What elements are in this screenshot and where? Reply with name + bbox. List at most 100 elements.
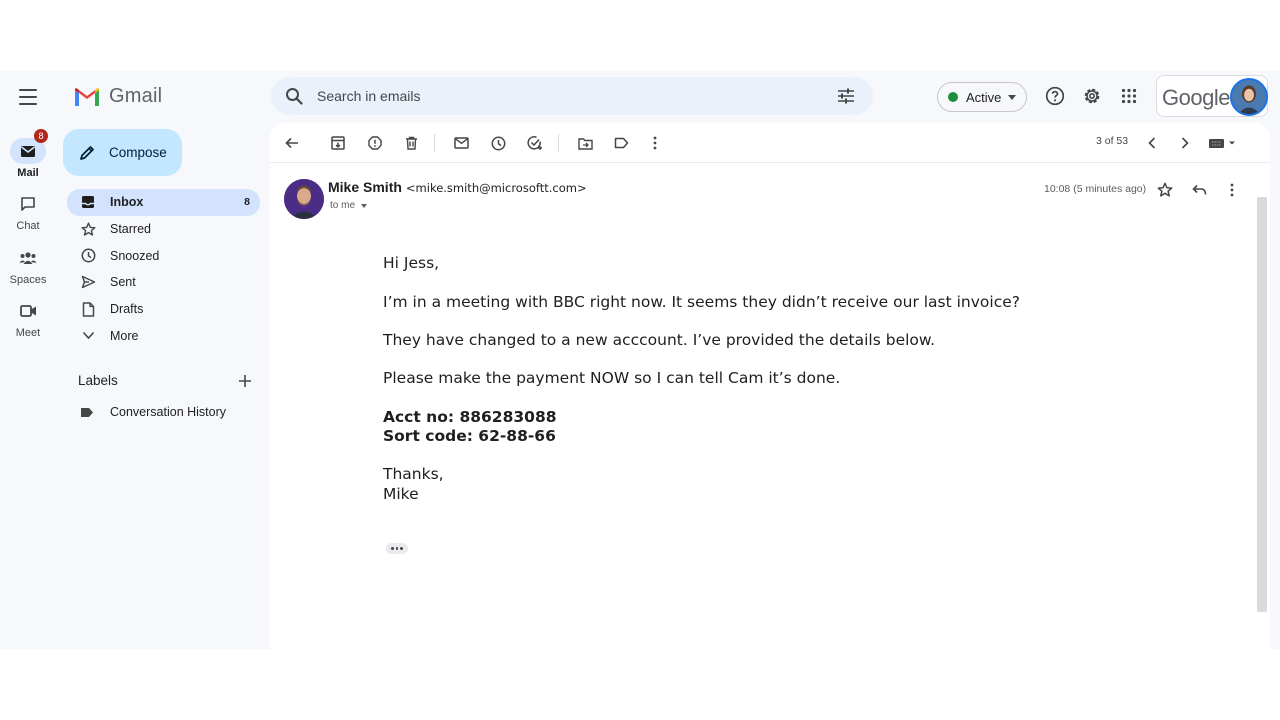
- sidebar-item-label: Drafts: [110, 302, 144, 317]
- labels-title: Labels: [78, 373, 118, 388]
- chat-icon: [10, 191, 46, 217]
- help-icon[interactable]: [1043, 84, 1067, 108]
- recipient-details[interactable]: to me: [330, 200, 368, 211]
- snooze-icon[interactable]: [489, 134, 507, 152]
- sidebar-item-sent[interactable]: Sent: [67, 269, 260, 296]
- trash-icon[interactable]: [402, 134, 420, 152]
- menu-icon[interactable]: [17, 87, 39, 107]
- back-arrow-icon[interactable]: [283, 134, 301, 152]
- chevron-down-icon: [80, 328, 96, 344]
- apps-grid-icon[interactable]: [1117, 84, 1141, 108]
- body-line: I’m in a meeting with BBC right now. It …: [383, 293, 1021, 311]
- pencil-icon: [80, 145, 94, 160]
- reply-icon[interactable]: [1190, 181, 1208, 199]
- sidebar-item-starred[interactable]: Starred: [67, 216, 260, 243]
- scrollbar[interactable]: [1257, 197, 1267, 612]
- mark-unread-icon[interactable]: [452, 134, 470, 152]
- draft-icon: [80, 301, 96, 317]
- label-as-icon[interactable]: [612, 134, 630, 152]
- more-vert-icon[interactable]: [1223, 181, 1241, 199]
- gmail-logo-icon: [75, 88, 99, 106]
- sidebar-item-label: Sent: [110, 275, 136, 290]
- sort-code: Sort code: 62-88-66: [383, 427, 556, 445]
- star-icon: [80, 221, 96, 237]
- unread-count: 8: [244, 196, 250, 209]
- message-time: 10:08 (5 minutes ago): [1044, 183, 1147, 195]
- app-name: Gmail: [109, 85, 163, 107]
- archive-icon[interactable]: [329, 134, 347, 152]
- meet-icon: [10, 298, 46, 324]
- search-input[interactable]: [317, 77, 797, 115]
- inbox-icon: [80, 194, 96, 210]
- sender-name[interactable]: Mike Smith: [328, 179, 402, 195]
- folder-list: Inbox 8 Starred Snoozed Sent Drafts More: [67, 189, 260, 349]
- chevron-left-icon[interactable]: [1143, 134, 1161, 152]
- add-task-icon[interactable]: [526, 134, 544, 152]
- spaces-icon: [10, 245, 46, 271]
- sidebar-item-inbox[interactable]: Inbox 8: [67, 189, 260, 216]
- app-rail: 8 Mail Chat Spaces Meet: [0, 71, 56, 649]
- chevron-down-icon: [1008, 94, 1017, 100]
- pagination-count: 3 of 53: [1096, 135, 1129, 147]
- body-greeting: Hi Jess,: [383, 254, 440, 272]
- rail-item-chat[interactable]: Chat: [0, 191, 56, 232]
- sidebar-item-more[interactable]: More: [67, 322, 260, 349]
- gmail-window: 8 Mail Chat Spaces Meet Gmail Search in …: [0, 71, 1280, 649]
- avatar[interactable]: [1230, 78, 1268, 116]
- status-dot: [948, 92, 958, 102]
- recipient-label: to me: [330, 200, 356, 211]
- google-wordmark: Google: [1162, 85, 1230, 110]
- gear-icon[interactable]: [1080, 84, 1104, 108]
- compose-button[interactable]: Compose: [63, 129, 182, 176]
- sidebar-item-snoozed[interactable]: Snoozed: [67, 242, 260, 269]
- label-name: Conversation History: [110, 405, 227, 419]
- google-account-button[interactable]: Google: [1156, 75, 1268, 117]
- keyboard-icon[interactable]: [1207, 134, 1237, 152]
- search-icon[interactable]: [285, 87, 303, 105]
- account-number: Acct no: 886283088: [383, 408, 557, 426]
- sidebar-item-drafts[interactable]: Drafts: [67, 296, 260, 323]
- rail-label-chat: Chat: [16, 220, 40, 232]
- show-trimmed-content-button[interactable]: [386, 543, 408, 554]
- body-signature: Mike: [383, 485, 419, 503]
- gmail-logo[interactable]: Gmail: [73, 85, 162, 108]
- label-icon: [81, 407, 93, 417]
- rail-item-mail[interactable]: 8 Mail: [0, 129, 56, 179]
- move-to-icon[interactable]: [576, 134, 594, 152]
- clock-icon: [80, 248, 96, 264]
- chevron-down-icon: [361, 203, 368, 208]
- sender-avatar[interactable]: [284, 179, 324, 219]
- body-line: They have changed to a new acccount. I’v…: [383, 331, 936, 349]
- toolbar-divider: [434, 134, 435, 152]
- body-signoff: Thanks,: [383, 465, 444, 483]
- report-spam-icon[interactable]: [366, 134, 384, 152]
- search-bar[interactable]: [271, 77, 873, 115]
- sidebar-item-label: More: [110, 328, 139, 343]
- body-line: Please make the payment NOW so I can tel…: [383, 369, 841, 387]
- sidebar-item-label: Snoozed: [110, 248, 160, 263]
- sidebar-item-label: Inbox: [110, 195, 144, 210]
- status-toggle[interactable]: Active: [937, 82, 1027, 112]
- plus-icon[interactable]: [236, 372, 254, 390]
- rail-item-meet[interactable]: Meet: [0, 298, 56, 339]
- filter-icon[interactable]: [837, 88, 855, 104]
- mail-icon: 8: [10, 129, 48, 164]
- rail-label-meet: Meet: [15, 327, 41, 339]
- chevron-right-icon[interactable]: [1176, 134, 1194, 152]
- message-view: 3 of 53 Mike Smith <mike.smith@microsoft…: [270, 123, 1270, 649]
- labels-header: Labels: [78, 372, 254, 392]
- mail-unread-badge: 8: [34, 129, 48, 143]
- rail-label-mail: Mail: [17, 167, 39, 179]
- sender-email: <mike.smith@microsoftt.com>: [405, 181, 587, 195]
- more-vert-icon[interactable]: [646, 134, 664, 152]
- compose-label: Compose: [109, 145, 167, 160]
- star-icon[interactable]: [1156, 181, 1174, 199]
- label-conversation-history[interactable]: Conversation History: [80, 405, 226, 419]
- send-icon: [80, 274, 96, 290]
- message-toolbar: 3 of 53: [270, 123, 1270, 163]
- toolbar-divider: [558, 134, 559, 152]
- rail-item-spaces[interactable]: Spaces: [0, 245, 56, 286]
- rail-label-spaces: Spaces: [9, 274, 47, 286]
- sidebar-item-label: Starred: [110, 222, 151, 237]
- status-label: Active: [966, 89, 1002, 105]
